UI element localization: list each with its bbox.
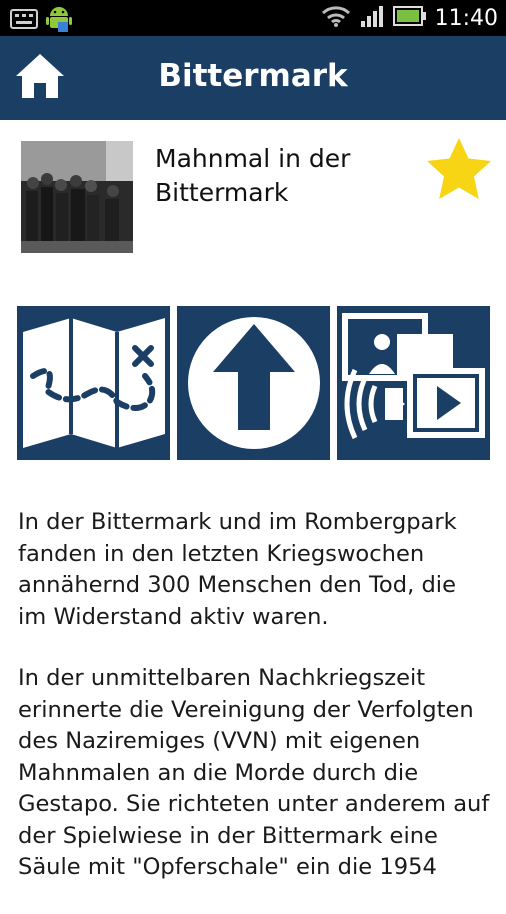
app-bar: Bittermark xyxy=(0,36,506,120)
action-tiles xyxy=(17,306,490,460)
description-paragraph: In der Bittermark und im Rombergpark fan… xyxy=(18,509,457,630)
clock: 11:40 xyxy=(434,5,498,31)
navigate-button[interactable] xyxy=(177,306,330,460)
signal-icon xyxy=(359,4,385,32)
place-header: Mahnmal in der Bittermark xyxy=(0,120,506,280)
description-paragraph: In der unmittelbaren Nachkriegszeit erin… xyxy=(18,665,490,880)
favorite-button[interactable] xyxy=(423,134,495,206)
media-button[interactable] xyxy=(337,306,490,460)
memorial-photo xyxy=(21,141,133,253)
place-name: Mahnmal in der Bittermark xyxy=(155,144,351,207)
wifi-icon xyxy=(321,4,351,32)
description: In der Bittermark und im Rombergpark fan… xyxy=(18,507,490,914)
android-icon xyxy=(46,5,72,37)
page-title: Bittermark xyxy=(158,58,348,94)
keyboard-icon xyxy=(10,8,38,34)
map-button[interactable] xyxy=(17,306,170,460)
status-bar: 11:40 xyxy=(0,0,506,36)
star-icon xyxy=(423,138,495,210)
battery-icon xyxy=(392,5,427,31)
